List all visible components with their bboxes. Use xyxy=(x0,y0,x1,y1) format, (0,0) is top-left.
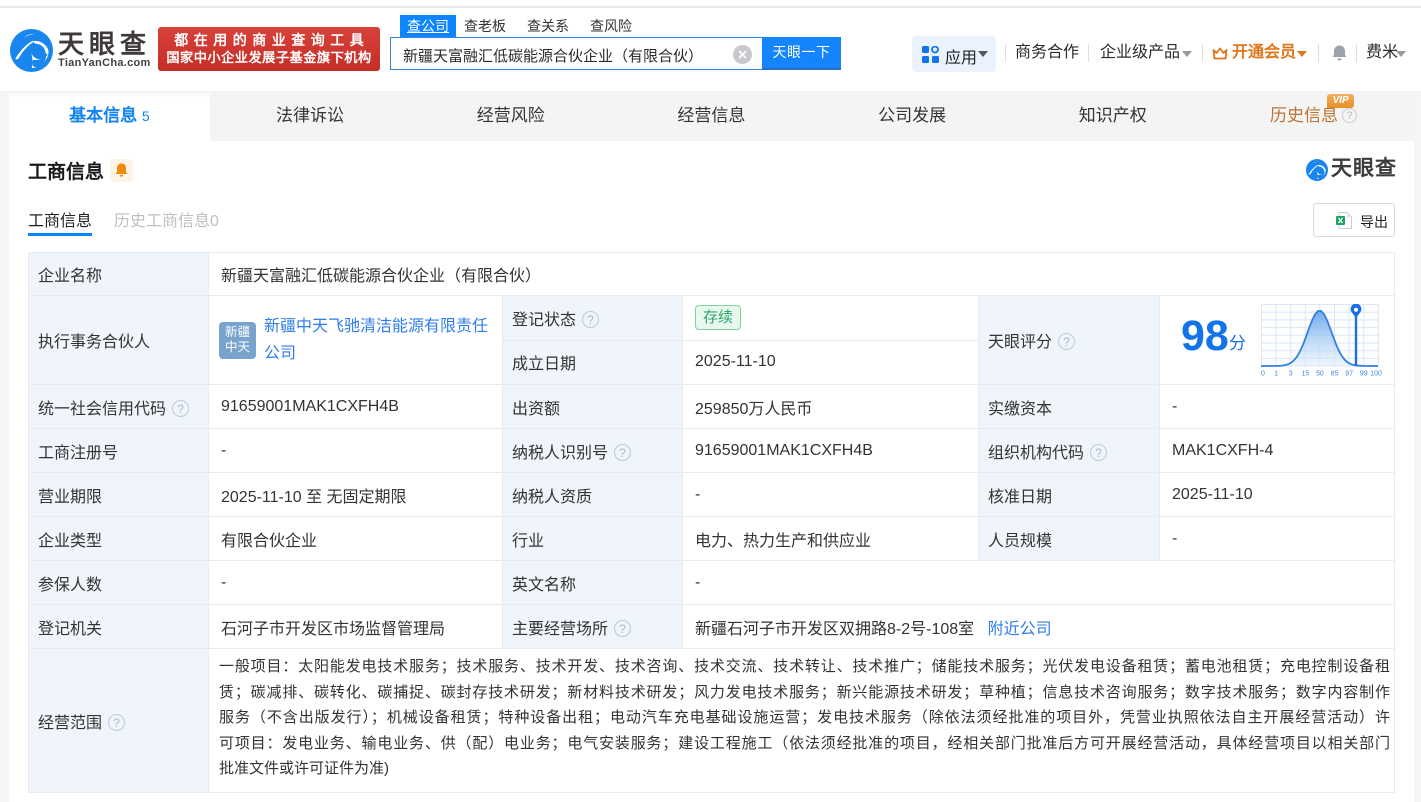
svg-text:97: 97 xyxy=(1345,371,1353,378)
svg-text:15: 15 xyxy=(1301,371,1309,378)
svg-text:1: 1 xyxy=(1274,371,1278,378)
svg-text:100: 100 xyxy=(1370,371,1382,378)
svg-text:50: 50 xyxy=(1316,371,1324,378)
svg-text:85: 85 xyxy=(1331,371,1339,378)
svg-text:99: 99 xyxy=(1360,371,1368,378)
svg-text:0: 0 xyxy=(1261,371,1265,378)
svg-text:3: 3 xyxy=(1289,371,1293,378)
